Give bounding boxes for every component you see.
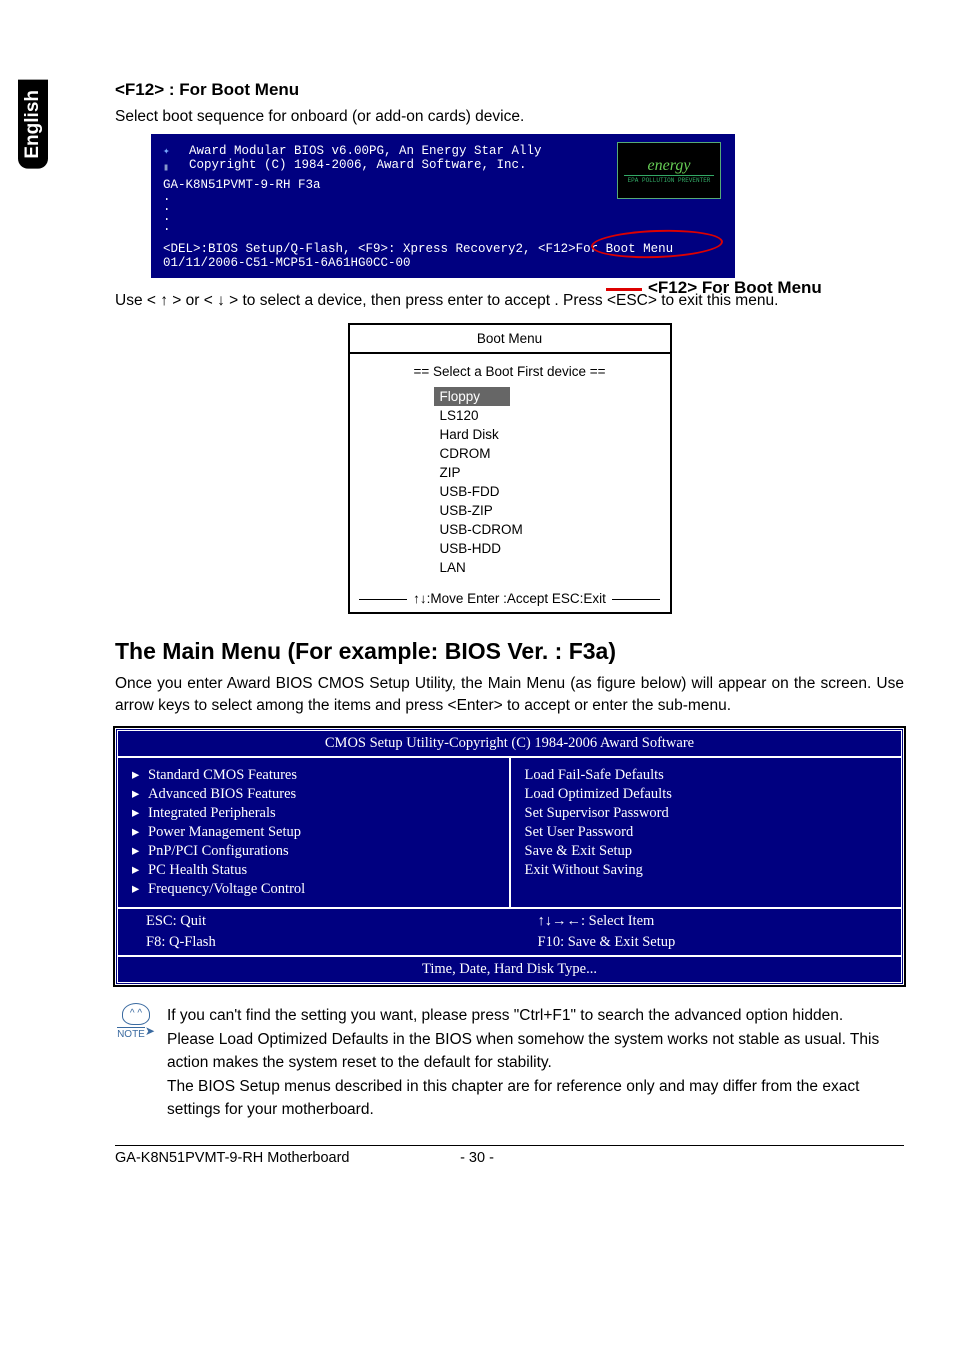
boot-menu-dialog: Boot Menu == Select a Boot First device …: [348, 323, 672, 614]
energy-star-text: energy: [648, 157, 691, 175]
footer-left: GA-K8N51PVMT-9-RH Motherboard: [115, 1150, 350, 1166]
section1-desc: Select boot sequence for onboard (or add…: [115, 106, 904, 128]
award-logo-icon: ✦ ▮: [163, 144, 183, 174]
cmos-left-label: Integrated Peripherals: [148, 805, 276, 821]
cmos-item-advanced[interactable]: ▸Advanced BIOS Features: [132, 785, 495, 804]
footer-page: - 30 -: [460, 1150, 494, 1166]
boot-item-usbcdrom[interactable]: USB-CDROM: [440, 520, 660, 539]
boot-menu-subtitle: == Select a Boot First device ==: [360, 364, 660, 379]
cmos-right-list: Load Fail-Safe Defaults Load Optimized D…: [525, 766, 888, 880]
cmos-left-label: Advanced BIOS Features: [148, 786, 296, 802]
cmos-item-failsafe[interactable]: Load Fail-Safe Defaults: [525, 766, 888, 785]
cmos-left-list: ▸Standard CMOS Features ▸Advanced BIOS F…: [132, 766, 495, 899]
cmos-item-userpw[interactable]: Set User Password: [525, 823, 888, 842]
note-p3: The BIOS Setup menus described in this c…: [167, 1076, 904, 1121]
post-bottom2: 01/11/2006-C51-MCP51-6A61HG0CC-00: [163, 256, 723, 270]
post-line1: Award Modular BIOS v6.00PG, An Energy St…: [189, 144, 542, 158]
boot-item-lan[interactable]: LAN: [440, 558, 660, 577]
cmos-foot-quit: ESC: Quit: [132, 911, 496, 932]
boot-item-harddisk[interactable]: Hard Disk: [440, 425, 660, 444]
cmos-foot-save: F10: Save & Exit Setup: [524, 932, 888, 953]
boot-item-usbzip[interactable]: USB-ZIP: [440, 501, 660, 520]
cmos-item-freq[interactable]: ▸Frequency/Voltage Control: [132, 880, 495, 899]
boot-menu-footer: ↑↓:Move Enter :Accept ESC:Exit: [350, 587, 670, 612]
note-p2: Please Load Optimized Defaults in the BI…: [167, 1029, 904, 1074]
cmos-item-exitnosave[interactable]: Exit Without Saving: [525, 861, 888, 880]
cmos-foot-select: ↑↓→←: Select Item: [524, 911, 888, 932]
note-label: NOTE: [117, 1027, 145, 1040]
cmos-item-supervisor[interactable]: Set Supervisor Password: [525, 804, 888, 823]
boot-item-ls120[interactable]: LS120: [440, 406, 660, 425]
callout-line: [606, 288, 642, 291]
cmos-left-label: PC Health Status: [148, 862, 247, 878]
boot-item-zip[interactable]: ZIP: [440, 463, 660, 482]
cmos-left-label: Frequency/Voltage Control: [148, 881, 305, 897]
cmos-foot-qflash: F8: Q-Flash: [132, 932, 496, 953]
cmos-title: CMOS Setup Utility-Copyright (C) 1984-20…: [118, 731, 901, 758]
note-icon: ^ ^ NOTE ➤: [115, 1003, 157, 1040]
boot-item-cdrom[interactable]: CDROM: [440, 444, 660, 463]
section2-para: Once you enter Award BIOS CMOS Setup Uti…: [115, 673, 904, 718]
bios-post-screen: energy EPA POLLUTION PREVENTER ✦ ▮ Award…: [151, 134, 735, 278]
cmos-item-pnp[interactable]: ▸PnP/PCI Configurations: [132, 842, 495, 861]
energy-star-sub: EPA POLLUTION PREVENTER: [624, 175, 715, 185]
post-line2: Copyright (C) 1984-2006, Award Software,…: [189, 158, 542, 172]
cmos-item-power[interactable]: ▸Power Management Setup: [132, 823, 495, 842]
cmos-left-label: Standard CMOS Features: [148, 767, 297, 783]
boot-item-usbhdd[interactable]: USB-HDD: [440, 539, 660, 558]
boot-menu-title: Boot Menu: [350, 325, 670, 354]
cmos-main-menu: CMOS Setup Utility-Copyright (C) 1984-20…: [115, 728, 904, 985]
cmos-left-label: PnP/PCI Configurations: [148, 843, 289, 859]
cmos-item-saveexit[interactable]: Save & Exit Setup: [525, 842, 888, 861]
boot-item-usbfdd[interactable]: USB-FDD: [440, 482, 660, 501]
cmos-item-optimized[interactable]: Load Optimized Defaults: [525, 785, 888, 804]
section2-heading: The Main Menu (For example: BIOS Ver. : …: [115, 638, 904, 665]
cmos-item-standard[interactable]: ▸Standard CMOS Features: [132, 766, 495, 785]
boot-item-floppy[interactable]: Floppy: [434, 387, 511, 406]
cmos-item-health[interactable]: ▸PC Health Status: [132, 861, 495, 880]
boot-menu-list: Floppy LS120 Hard Disk CDROM ZIP USB-FDD…: [440, 387, 660, 577]
page-footer: GA-K8N51PVMT-9-RH Motherboard - 30 -: [115, 1145, 904, 1166]
language-tab: English: [18, 80, 48, 169]
cmos-left-label: Power Management Setup: [148, 824, 301, 840]
cmos-item-peripherals[interactable]: ▸Integrated Peripherals: [132, 804, 495, 823]
note-p1: If you can't find the setting you want, …: [167, 1005, 904, 1027]
cmos-help: Time, Date, Hard Disk Type...: [118, 957, 901, 982]
f12-callout: <F12> For Boot Menu: [648, 278, 822, 298]
section1-heading: <F12> : For Boot Menu: [115, 80, 904, 100]
energy-star-badge: energy EPA POLLUTION PREVENTER: [617, 142, 721, 199]
